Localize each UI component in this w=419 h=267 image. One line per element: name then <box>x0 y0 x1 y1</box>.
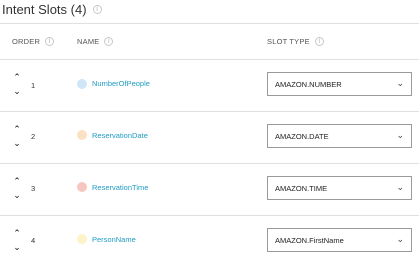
column-header-slot-type-label: SLOT TYPE <box>267 37 310 46</box>
move-up-icon[interactable]: ⌃ <box>13 230 21 239</box>
slot-order: 2 <box>31 132 36 141</box>
slot-row: ⌃ ⌄ 3 ReservationTime AMAZON.TIME ⌄ <box>0 163 419 215</box>
move-down-icon[interactable]: ⌄ <box>13 88 21 97</box>
slot-order: 4 <box>31 236 36 245</box>
move-up-icon[interactable]: ⌃ <box>13 126 21 135</box>
slot-name-link[interactable]: ReservationDate <box>92 131 148 140</box>
column-header-name: NAME i <box>77 37 114 46</box>
info-icon[interactable]: i <box>314 37 324 46</box>
slot-type-value: AMAZON.TIME <box>275 184 328 193</box>
slot-row: ⌃ ⌄ 2 ReservationDate AMAZON.DATE ⌄ <box>0 111 419 163</box>
slot-name-link[interactable]: NumberOfPeople <box>92 79 150 88</box>
slot-name-link[interactable]: PersonName <box>92 235 136 244</box>
slot-type-value: AMAZON.NUMBER <box>275 80 342 89</box>
column-header-name-label: NAME <box>77 37 100 46</box>
column-header-order: ORDER i <box>12 37 55 46</box>
slot-type-value: AMAZON.FirstName <box>275 236 344 245</box>
move-down-icon[interactable]: ⌄ <box>13 244 21 253</box>
slot-name-link[interactable]: ReservationTime <box>92 183 148 192</box>
slot-type-select[interactable]: AMAZON.TIME ⌄ <box>267 176 412 200</box>
slot-row: ⌃ ⌄ 4 PersonName AMAZON.FirstName ⌄ <box>0 215 419 267</box>
slot-type-select[interactable]: AMAZON.FirstName ⌄ <box>267 228 412 252</box>
slot-order: 1 <box>31 81 36 90</box>
chevron-down-icon: ⌄ <box>396 183 404 193</box>
move-down-icon[interactable]: ⌄ <box>13 192 21 201</box>
slot-type-value: AMAZON.DATE <box>275 132 329 141</box>
slot-row: ⌃ ⌄ 1 NumberOfPeople AMAZON.NUMBER ⌄ <box>0 59 419 111</box>
chevron-down-icon: ⌄ <box>396 79 404 89</box>
column-header-slot-type: SLOT TYPE i <box>267 37 324 46</box>
slot-color-dot <box>77 234 87 244</box>
column-header-order-label: ORDER <box>12 37 41 46</box>
slot-color-dot <box>77 79 87 89</box>
info-icon[interactable]: i <box>45 37 55 46</box>
section-title: Intent Slots (4) i <box>2 2 102 17</box>
divider <box>0 23 419 24</box>
slot-type-select[interactable]: AMAZON.DATE ⌄ <box>267 124 412 148</box>
slot-color-dot <box>77 182 87 192</box>
info-icon[interactable]: i <box>92 5 102 14</box>
section-title-text: Intent Slots (4) <box>2 2 87 17</box>
move-down-icon[interactable]: ⌄ <box>13 140 21 149</box>
slot-color-dot <box>77 130 87 140</box>
info-icon[interactable]: i <box>104 37 114 46</box>
slot-order: 3 <box>31 184 36 193</box>
slot-type-select[interactable]: AMAZON.NUMBER ⌄ <box>267 72 412 96</box>
chevron-down-icon: ⌄ <box>396 235 404 245</box>
move-up-icon[interactable]: ⌃ <box>13 178 21 187</box>
chevron-down-icon: ⌄ <box>396 131 404 141</box>
move-up-icon[interactable]: ⌃ <box>13 74 21 83</box>
